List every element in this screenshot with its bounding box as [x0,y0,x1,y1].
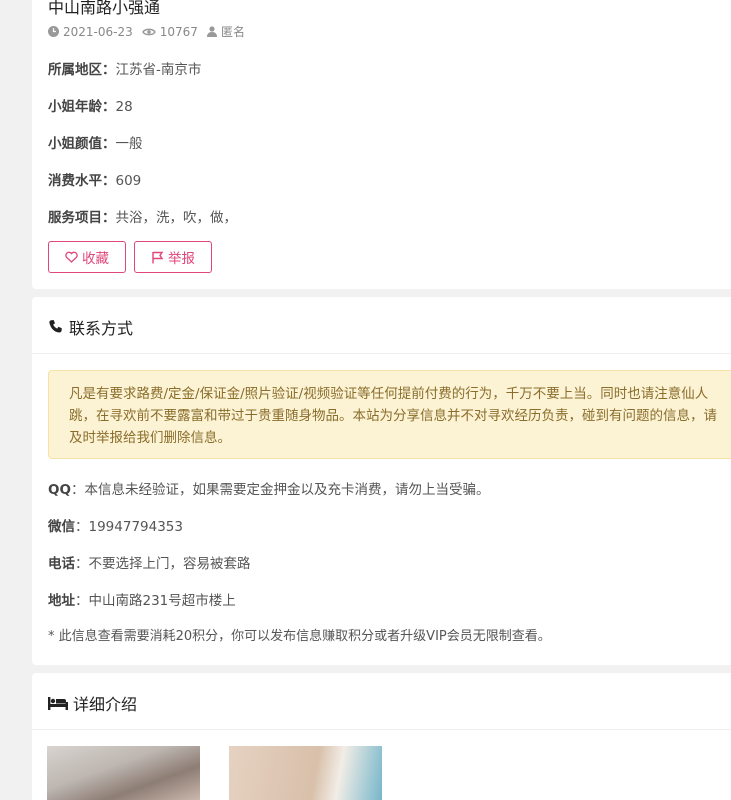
field-region: 所属地区：江苏省-南京市 [48,62,202,78]
detail-photo[interactable] [229,746,382,800]
detail-card: 详细介绍 [32,673,731,800]
warning-notice: 凡是有要求路费/定金/保证金/照片验证/视频验证等任何提前付费的行为，千万不要上… [48,370,731,459]
bed-icon [48,697,68,710]
post-meta: 2021-06-23 10767 匿名 [48,23,254,40]
eye-icon [141,28,156,35]
detail-heading: 详细介绍 [48,691,137,715]
contact-wechat: 微信：19947794353 [48,519,183,535]
contact-qq: QQ：本信息未经验证，如果需要定金押金以及充卡消费，请勿上当受骗。 [48,482,490,498]
field-services: 服务项目：共浴，洗，吹，做， [48,210,237,226]
detail-photo[interactable] [47,746,200,800]
favorite-button[interactable]: 收藏 [48,241,126,273]
phone-icon [49,320,62,333]
field-age: 小姐年龄：28 [48,99,133,115]
post-info-card: 中山南路小强通 2021-06-23 10767 匿名 所属地区：江苏省-南京市… [32,0,731,289]
heart-icon [65,251,78,263]
contact-phone: 电话：不要选择上门，容易被套路 [48,556,251,572]
contact-address: 地址：中山南路231号超市楼上 [48,593,236,609]
flag-icon [152,251,164,263]
section-divider [32,729,731,730]
clock-icon [48,26,59,37]
field-looks: 小姐颜值：一般 [48,136,143,152]
field-price: 消费水平：609 [48,173,142,189]
post-author: 匿名 [206,23,245,40]
post-views: 10767 [141,25,198,39]
report-button[interactable]: 举报 [134,241,212,273]
user-icon [206,26,217,37]
contact-card: 联系方式 凡是有要求路费/定金/保证金/照片验证/视频验证等任何提前付费的行为，… [32,297,731,665]
post-date: 2021-06-23 [48,25,133,39]
contact-heading: 联系方式 [48,315,133,339]
post-title: 中山南路小强通 [48,0,161,17]
section-divider [32,353,731,354]
points-footnote: * 此信息查看需要消耗20积分，你可以发布信息赚取积分或者升级VIP会员无限制查… [48,629,551,644]
